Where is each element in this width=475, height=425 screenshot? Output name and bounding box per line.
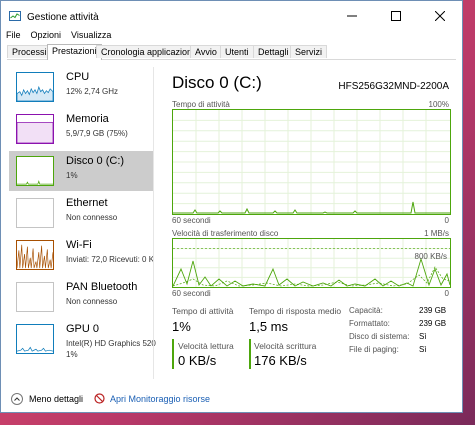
graph1-label: Tempo di attività — [172, 100, 230, 109]
tab-processi[interactable]: Processi — [7, 45, 52, 58]
graph2-time: 60 secondi — [172, 289, 211, 298]
graph1-time: 60 secondi — [172, 216, 211, 225]
close-button[interactable] — [418, 1, 462, 31]
sidebar-label-ethernet: Ethernet — [66, 197, 108, 209]
menu-file[interactable]: File — [1, 28, 26, 42]
chevron-up-icon — [11, 393, 23, 405]
response-time-label: Tempo di risposta medio — [249, 306, 342, 316]
less-details-button[interactable]: Meno dettagli — [11, 393, 83, 405]
minimize-icon — [347, 15, 357, 17]
active-time-label: Tempo di attività — [172, 306, 234, 316]
menu-visualizza[interactable]: Visualizza — [66, 28, 116, 42]
sidebar-item-memoria[interactable]: Memoria 5,9/7,9 GB (75%) — [9, 109, 153, 149]
capacity-value: 239 GB — [419, 306, 447, 315]
sidebar-sub-cpu: 12% 2,74 GHz — [66, 87, 119, 96]
sidebar-item-ethernet[interactable]: Ethernet Non connesso — [9, 193, 153, 233]
less-details-label: Meno dettagli — [29, 394, 84, 404]
tab-cronologia-applicazioni[interactable]: Cronologia applicazioni — [96, 45, 200, 58]
sidebar-item-wifi[interactable]: Wi-Fi Inviati: 72,0 Ricevuti: 0 K — [9, 235, 155, 275]
sidebar-label-cpu: CPU — [66, 71, 90, 83]
disk-sparkline — [16, 156, 54, 186]
sidebar-label-gpu-0: GPU 0 — [66, 323, 100, 335]
minimize-button[interactable] — [330, 1, 374, 31]
graph2-zero: 0 — [444, 289, 449, 298]
tab-servizi[interactable]: Servizi — [290, 45, 328, 58]
cpu-sparkline — [16, 72, 54, 102]
menu-bar: File Opzioni Visualizza — [1, 28, 116, 42]
formatted-value: 239 GB — [419, 319, 447, 328]
sidebar-sub2-gpu-0: 1% — [66, 350, 78, 359]
menu-opzioni[interactable]: Opzioni — [26, 28, 67, 42]
task-manager-app-icon — [9, 11, 21, 21]
read-speed-marker — [172, 339, 174, 369]
sidebar-sub-gpu-0: Intel(R) HD Graphics 520 — [66, 339, 156, 348]
response-time-value: 1,5 ms — [249, 319, 289, 334]
sidebar-sub-ethernet: Non connesso — [66, 213, 118, 222]
memory-sparkline — [16, 114, 54, 144]
close-icon — [435, 11, 445, 21]
paging-file-value: Sì — [419, 345, 427, 354]
tab-prestazioni[interactable]: Prestazioni — [47, 44, 102, 60]
sidebar-sub-disco-0: 1% — [66, 171, 78, 180]
active-time-chart — [173, 110, 450, 214]
paging-file-label: File di paging: — [349, 345, 399, 354]
graph2-mid: 800 KB/s — [414, 252, 447, 261]
gpu-sparkline — [16, 324, 54, 354]
open-resource-monitor-label: Apri Monitoraggio risorse — [110, 393, 211, 404]
write-speed-label: Velocità scrittura — [254, 341, 317, 351]
sidebar-item-gpu-0[interactable]: GPU 0 Intel(R) HD Graphics 520 1% — [9, 319, 156, 363]
sidebar-sub-wifi: Inviati: 72,0 Ricevuti: 0 K — [66, 255, 155, 264]
sidebar-divider — [153, 67, 154, 379]
read-speed-value: 0 KB/s — [178, 353, 217, 368]
ethernet-sparkline — [16, 198, 54, 228]
graph1-max: 100% — [428, 100, 449, 109]
sidebar-label-memoria: Memoria — [66, 113, 109, 125]
maximize-button[interactable] — [374, 1, 418, 31]
tab-bar: Processi Prestazioni Cronologia applicaz… — [7, 44, 456, 60]
resource-sidebar: CPU 12% 2,74 GHz Memoria 5,9/7,9 GB (75%… — [9, 67, 156, 379]
task-manager-window: Gestione attività File Opzioni Visualizz… — [0, 0, 463, 413]
read-speed-label: Velocità lettura — [178, 341, 234, 351]
bluetooth-sparkline — [16, 282, 54, 312]
maximize-icon — [391, 11, 401, 21]
tab-utenti[interactable]: Utenti — [220, 45, 254, 58]
tab-avvio[interactable]: Avvio — [190, 45, 222, 58]
write-speed-value: 176 KB/s — [254, 353, 307, 368]
capacity-label: Capacità: — [349, 306, 383, 315]
sidebar-item-cpu[interactable]: CPU 12% 2,74 GHz — [9, 67, 153, 107]
sidebar-sub-memoria: 5,9/7,9 GB (75%) — [66, 129, 128, 138]
system-disk-label: Disco di sistema: — [349, 332, 410, 341]
disk-model: HFS256G32MND-2200A — [338, 81, 449, 92]
page-title: Disco 0 (C:) — [172, 73, 262, 92]
graph2-max: 1 MB/s — [424, 229, 449, 238]
sidebar-label-wifi: Wi-Fi — [66, 239, 92, 251]
wifi-sparkline — [16, 240, 54, 270]
graph1-zero: 0 — [444, 216, 449, 225]
open-resource-monitor-link[interactable]: Apri Monitoraggio risorse — [94, 393, 210, 404]
sidebar-sub-pan-bluetooth: Non connesso — [66, 297, 118, 306]
title-bar: Gestione attività — [1, 1, 462, 31]
sidebar-item-pan-bluetooth[interactable]: PAN Bluetooth Non connesso — [9, 277, 153, 317]
resource-monitor-icon — [94, 393, 105, 404]
sidebar-label-disco-0: Disco 0 (C:) — [66, 155, 125, 167]
write-speed-marker — [249, 339, 251, 369]
transfer-rate-graph: 800 KB/s — [172, 238, 451, 288]
formatted-label: Formattato: — [349, 319, 390, 328]
tab-dettagli[interactable]: Dettagli — [253, 45, 294, 58]
footer-bar: Meno dettagli Apri Monitoraggio risorse — [1, 388, 462, 412]
transfer-rate-chart — [172, 239, 451, 287]
system-disk-value: Sì — [419, 332, 427, 341]
active-time-value: 1% — [172, 319, 191, 334]
sidebar-label-pan-bluetooth: PAN Bluetooth — [66, 281, 138, 293]
window-title: Gestione attività — [27, 12, 99, 23]
graph2-label: Velocità di trasferimento disco — [172, 229, 279, 238]
sidebar-item-disco-0[interactable]: Disco 0 (C:) 1% — [9, 151, 153, 191]
active-time-graph — [172, 109, 451, 215]
